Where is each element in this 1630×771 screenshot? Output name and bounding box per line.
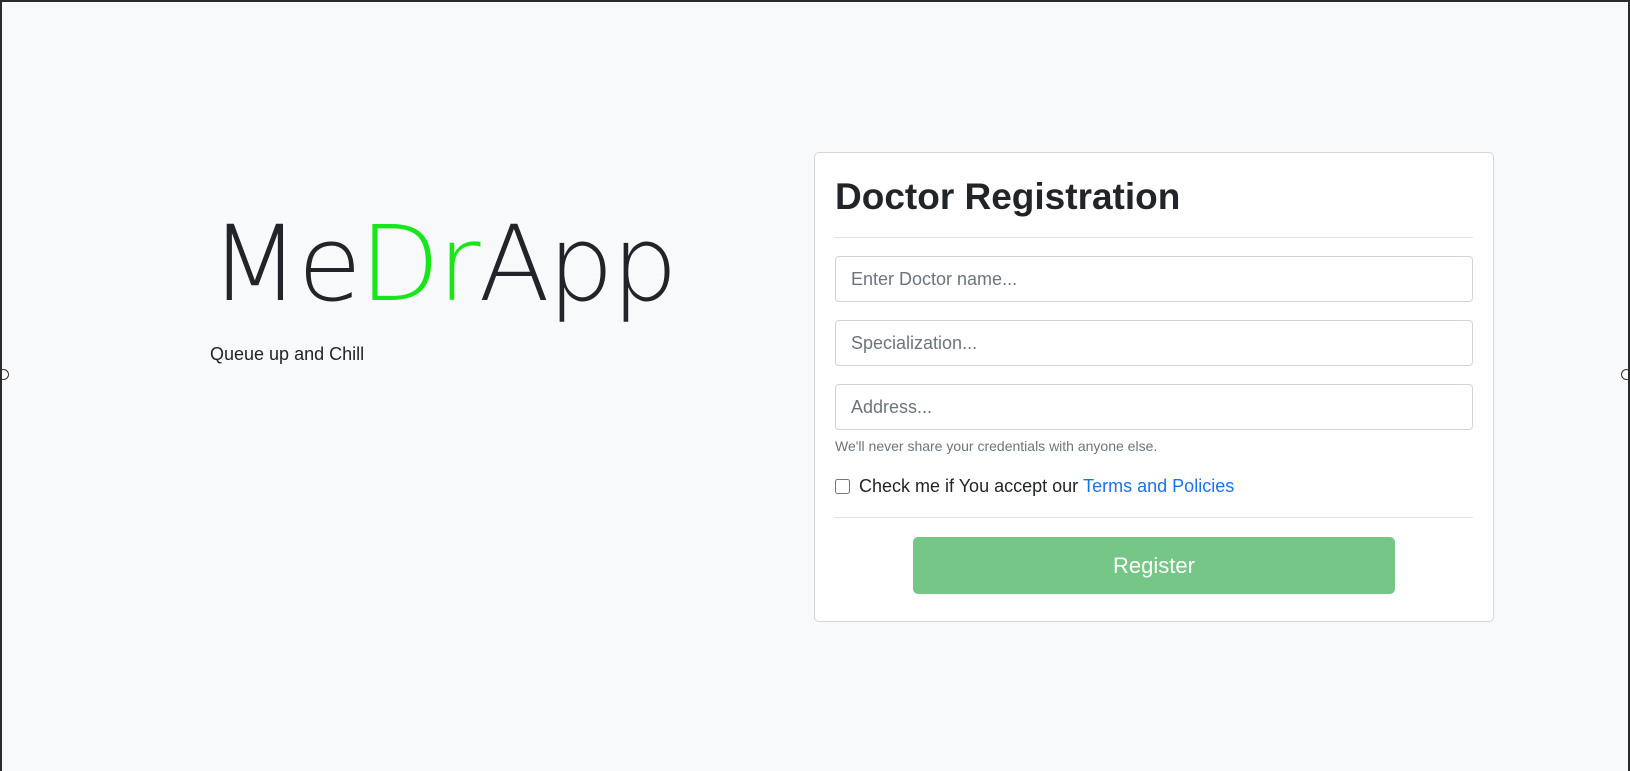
- logo-part-me: Me: [210, 203, 362, 325]
- terms-checkbox-label: Check me if You accept our: [859, 476, 1079, 496]
- resize-handle-left[interactable]: [2, 369, 9, 380]
- terms-checkbox-row: Check me if You accept our Terms and Pol…: [835, 476, 1473, 497]
- form-title: Doctor Registration: [835, 176, 1181, 217]
- footer-divider: [835, 517, 1473, 518]
- tagline: Queue up and Chill: [210, 344, 365, 364]
- resize-handle-right[interactable]: [1621, 369, 1628, 380]
- terms-checkbox[interactable]: [835, 479, 850, 494]
- logo-part-dr: Dr: [359, 203, 481, 325]
- title-divider: [835, 237, 1473, 238]
- address-input[interactable]: [835, 384, 1473, 430]
- terms-link[interactable]: Terms and Policies: [1083, 476, 1234, 497]
- privacy-help-text: We'll never share your credentials with …: [835, 438, 1158, 454]
- register-button[interactable]: Register: [913, 537, 1395, 594]
- registration-card: Doctor Registration We'll never share yo…: [814, 152, 1494, 622]
- doctor-name-input[interactable]: [835, 256, 1473, 302]
- page-viewport: MeDrApp Queue up and Chill Doctor Regist…: [2, 2, 1628, 771]
- logo-part-app: App: [478, 203, 678, 325]
- specialization-input[interactable]: [835, 320, 1473, 366]
- brand-section: MeDrApp Queue up and Chill: [210, 212, 678, 365]
- app-logo-title: MeDrApp: [210, 212, 678, 316]
